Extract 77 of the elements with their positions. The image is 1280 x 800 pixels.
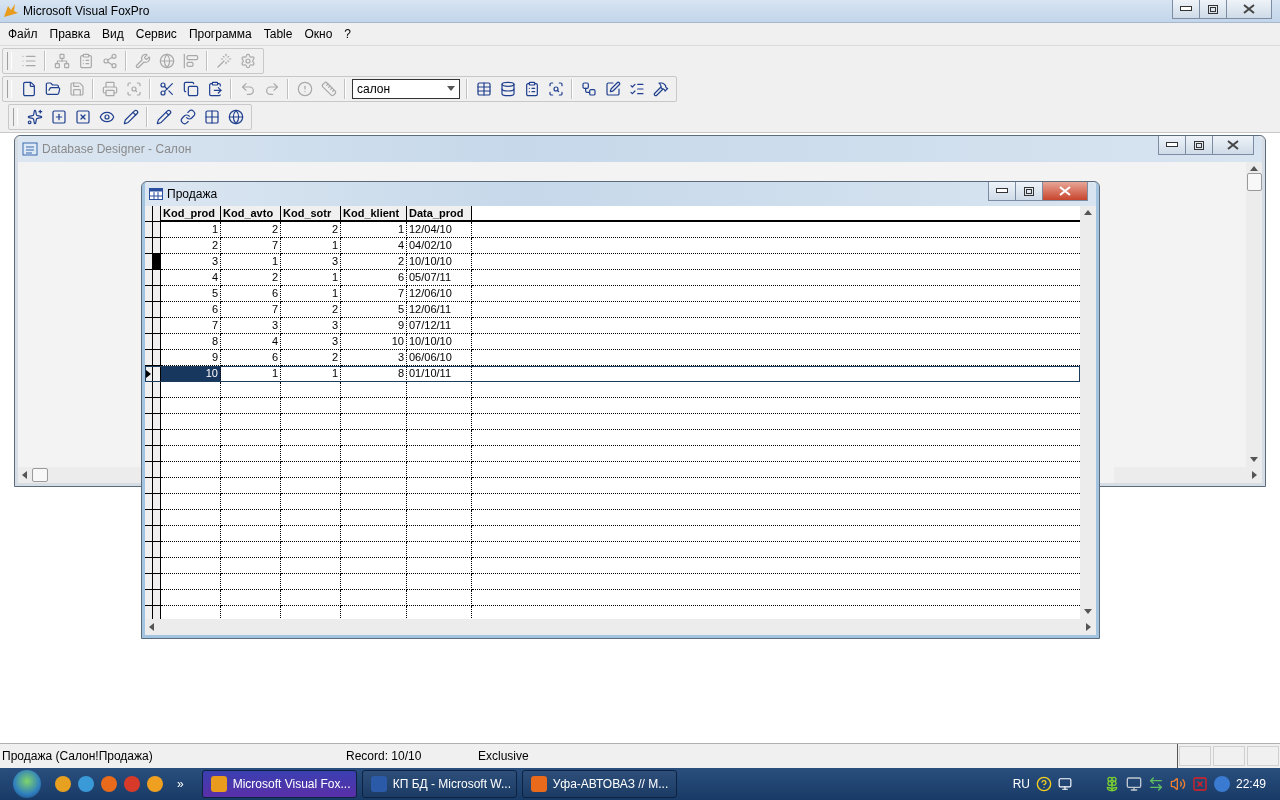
table-cell: 2 xyxy=(341,254,407,270)
window-title: Продажа xyxy=(167,187,218,201)
table-cell: 8 xyxy=(341,366,407,382)
table-cell: 12/06/10 xyxy=(407,286,472,302)
table-cell: 4 xyxy=(341,238,407,254)
status-message: Продажа (Салон!Продажа) xyxy=(1,749,154,763)
table-cell: 6 xyxy=(221,350,281,366)
table-cell: 3 xyxy=(281,318,341,334)
table-cell: 7 xyxy=(221,238,281,254)
window-title: Database Designer - Салон xyxy=(42,142,192,156)
table-cell: 2 xyxy=(281,222,341,238)
table-cell: 1 xyxy=(281,270,341,286)
column-header[interactable]: Kod_sotr xyxy=(281,206,341,222)
table-cell: 3 xyxy=(281,334,341,350)
language-indicator[interactable]: RU xyxy=(1012,777,1030,791)
table-cell: 7 xyxy=(221,302,281,318)
column-header[interactable]: Kod_avto xyxy=(221,206,281,222)
table-cell: 04/02/10 xyxy=(407,238,472,254)
menu-item[interactable]: Файл xyxy=(2,27,44,41)
table-cell: 12/06/11 xyxy=(407,302,472,318)
taskbar-button[interactable]: Microsoft Visual Fox... xyxy=(201,770,357,798)
menu-item[interactable]: Table xyxy=(257,27,299,41)
table-cell: 1 xyxy=(281,286,341,302)
table-cell: 1 xyxy=(221,366,281,382)
table-cell: 9 xyxy=(161,350,221,366)
table-cell: 6 xyxy=(221,286,281,302)
table-cell: 05/07/11 xyxy=(407,270,472,286)
table-cell: 12/04/10 xyxy=(407,222,472,238)
menu-item[interactable]: Окно xyxy=(298,27,339,41)
menu-item[interactable]: Программа xyxy=(182,27,258,41)
column-header[interactable]: Data_prod xyxy=(407,206,472,222)
clock[interactable]: 22:49 xyxy=(1235,777,1266,791)
table-cell: 10/10/10 xyxy=(407,254,472,270)
menu-item[interactable]: Вид xyxy=(96,27,130,41)
table-cell: 8 xyxy=(161,334,221,350)
table-cell: 3 xyxy=(341,350,407,366)
menu-item[interactable]: ? xyxy=(338,27,357,41)
column-header[interactable]: Kod_klient xyxy=(341,206,407,222)
table-cell: 1 xyxy=(161,222,221,238)
window-title: Microsoft Visual FoxPro xyxy=(23,4,150,18)
table-cell: 10 xyxy=(341,334,407,350)
table-cell: 10/10/10 xyxy=(407,334,472,350)
dropdown-value: салон xyxy=(357,82,391,96)
table-cell: 01/10/11 xyxy=(407,366,472,382)
taskbar-button[interactable]: Уфа-АВТОВАЗ // М... xyxy=(521,770,677,798)
database-dropdown[interactable]: салон xyxy=(352,79,460,99)
menu-item[interactable]: Сервис xyxy=(129,27,183,41)
table-cell: 2 xyxy=(281,350,341,366)
table-cell: 7 xyxy=(341,286,407,302)
table-cell: 07/12/11 xyxy=(407,318,472,334)
table-cell: 1 xyxy=(281,366,341,382)
table-cell: 06/06/10 xyxy=(407,350,472,366)
table-cell: 10 xyxy=(161,366,221,382)
menu-item[interactable]: Правка xyxy=(43,27,97,41)
table-cell: 2 xyxy=(161,238,221,254)
table-cell: 1 xyxy=(281,238,341,254)
table-cell: 2 xyxy=(221,222,281,238)
table-cell: 4 xyxy=(221,334,281,350)
column-header[interactable]: Kod_prod xyxy=(161,206,221,222)
table-cell: 6 xyxy=(341,270,407,286)
table-cell: 9 xyxy=(341,318,407,334)
table-cell: 6 xyxy=(161,302,221,318)
table-cell: 3 xyxy=(161,254,221,270)
table-cell: 4 xyxy=(161,270,221,286)
table-cell: 3 xyxy=(281,254,341,270)
table-cell: 5 xyxy=(161,286,221,302)
record-indicator: Record: 10/10 xyxy=(345,749,423,763)
table-cell: 1 xyxy=(341,222,407,238)
taskbar-button[interactable]: КП БД - Microsoft W... xyxy=(361,770,517,798)
table-cell: 2 xyxy=(281,302,341,318)
more-button[interactable]: » xyxy=(177,777,184,791)
table-cell: 1 xyxy=(221,254,281,270)
table-cell: 3 xyxy=(221,318,281,334)
access-mode: Exclusive xyxy=(477,749,530,763)
table-cell: 5 xyxy=(341,302,407,318)
table-cell: 2 xyxy=(221,270,281,286)
table-cell: 7 xyxy=(161,318,221,334)
